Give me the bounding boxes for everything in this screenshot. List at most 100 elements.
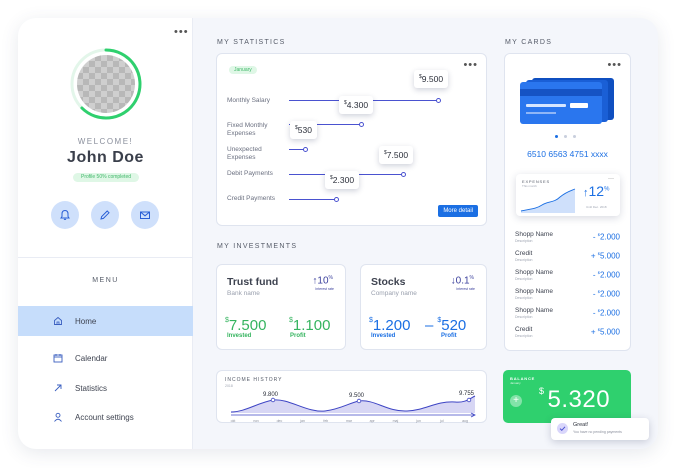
user-icon xyxy=(53,412,63,422)
transaction-desc: Description xyxy=(515,296,533,300)
transaction-row[interactable]: Shopp Name Description - $2.000 xyxy=(515,268,620,286)
notifications-button[interactable] xyxy=(51,201,79,229)
nav-item-calendar[interactable]: Calendar xyxy=(18,343,193,373)
stat-value-credit-payments: $2.300 xyxy=(325,171,360,189)
nav-item-account-settings[interactable]: Account settings xyxy=(18,402,193,432)
nav-item-statistics[interactable]: Statistics xyxy=(18,373,193,403)
transaction-row[interactable]: Credit Description + $5.000 xyxy=(515,325,620,343)
transaction-amount: - $2.000 xyxy=(592,232,620,242)
balance-sub: January xyxy=(510,381,521,385)
transaction-value: 5.000 xyxy=(599,251,620,261)
income-month-label: aug xyxy=(462,419,468,423)
stat-label-unexpected-expenses: Unexpected Expenses xyxy=(227,146,262,161)
arrow-up-right-icon xyxy=(53,383,63,393)
income-point[interactable] xyxy=(270,397,276,403)
profile-status-badge: Profile 50% completed xyxy=(73,173,139,182)
messages-button[interactable] xyxy=(131,201,159,229)
stat-value-unexpected-expenses: $530 xyxy=(290,121,317,139)
investment-profit-label: Profit xyxy=(441,333,457,339)
stat-dot-fixed-expenses[interactable] xyxy=(359,122,364,127)
statistics-more-icon[interactable]: ••• xyxy=(463,60,478,71)
transaction-name: Shopp Name xyxy=(515,288,553,295)
income-history-card: INCOME HISTORY 2018 9.800 9.500 9.755 ok… xyxy=(216,370,487,423)
transaction-amount: - $2.000 xyxy=(592,308,620,318)
balance-value: $5.320 xyxy=(539,386,611,413)
stat-bar-unexpected-expenses xyxy=(289,149,304,150)
investment-invested-value: $7.500 xyxy=(225,317,267,334)
user-name: John Doe xyxy=(67,149,144,166)
expenses-more-icon[interactable]: ··· xyxy=(608,176,614,182)
income-month-label: maj xyxy=(393,419,399,423)
investment-name: Trust fund xyxy=(227,276,279,288)
sidebar-more-icon[interactable]: ••• xyxy=(174,27,189,38)
statistics-card: ••• January Monthly Salary Fixed Monthly… xyxy=(216,53,487,226)
balance-card[interactable]: BALANCE January + $5.320 xyxy=(503,370,631,423)
period-chip[interactable]: January xyxy=(229,66,257,74)
signature-strip xyxy=(526,104,566,107)
menu-title: MENU xyxy=(92,277,119,284)
app-window: ••• WELCOME! John Doe Profile 50% comple… xyxy=(18,18,658,449)
investment-rate-label: Interest rate xyxy=(456,287,475,291)
add-funds-button[interactable]: + xyxy=(510,395,522,407)
cards-more-icon[interactable]: ••• xyxy=(607,60,622,71)
transaction-name: Shopp Name xyxy=(515,269,553,276)
transaction-row[interactable]: Shopp Name Description - $2.000 xyxy=(515,287,620,305)
income-history-chart: 9.800 9.500 9.755 okt nov dec jan feb mar apr m… xyxy=(231,391,476,423)
credit-card-stack[interactable] xyxy=(520,78,615,126)
card-number: 6510 6563 4751 xxxx xyxy=(527,149,608,159)
nav-label-calendar: Calendar xyxy=(75,353,108,363)
investment-card-trust-fund[interactable]: Trust fund Bank name ↑10% Interest rate … xyxy=(216,264,346,350)
investment-card-stocks[interactable]: Stocks Company name ↓0.1% Interest rate … xyxy=(360,264,487,350)
toast-message: You have no pending payments xyxy=(573,430,622,434)
expenses-sparkline xyxy=(520,188,576,213)
transaction-desc: Description xyxy=(515,315,533,319)
investment-rate: ↓0.1% xyxy=(450,275,474,287)
cvv-box xyxy=(570,103,588,108)
transaction-value: 2.000 xyxy=(599,270,620,280)
nav-item-home[interactable]: Home xyxy=(18,306,193,336)
edit-profile-button[interactable] xyxy=(91,201,119,229)
nav-label-account-settings: Account settings xyxy=(75,412,134,422)
income-point[interactable] xyxy=(466,397,472,403)
home-icon xyxy=(53,316,63,326)
transaction-amount: + $5.000 xyxy=(590,251,620,261)
cards-panel: ••• 6510 6563 4751 xxxx EXPENSES This mo… xyxy=(504,53,631,351)
investment-profit-label: Profit xyxy=(290,333,306,339)
stat-value-monthly-salary: $9.500 xyxy=(414,70,449,88)
transaction-row[interactable]: Credit Description + $5.000 xyxy=(515,249,620,267)
expenses-widget[interactable]: EXPENSES This month ··· ↑12% Until Dec. … xyxy=(516,174,620,216)
investment-invested-label: Invested xyxy=(371,333,396,339)
pencil-icon xyxy=(100,210,110,220)
transaction-value: 5.000 xyxy=(599,327,620,337)
income-month-label: okt xyxy=(231,419,236,423)
income-month-label: dec xyxy=(277,419,283,423)
stat-label-debit-payments: Debit Payments xyxy=(227,170,273,177)
transaction-name: Shopp Name xyxy=(515,231,553,238)
transaction-row[interactable]: Shopp Name Description - $2.000 xyxy=(515,230,620,248)
stat-dot-monthly-salary[interactable] xyxy=(436,98,441,103)
transaction-name: Credit xyxy=(515,250,533,257)
expenses-caption: Until Dec. 2018 xyxy=(586,205,607,209)
investment-sub: Bank name xyxy=(227,290,260,297)
more-detail-button[interactable]: More detail xyxy=(438,205,478,217)
transaction-value: 2.000 xyxy=(599,232,620,242)
toast-notification[interactable]: Great! You have no pending payments xyxy=(551,418,649,440)
stat-dot-credit-payments[interactable] xyxy=(334,197,339,202)
income-point[interactable] xyxy=(356,398,362,404)
income-month-label: jan xyxy=(299,419,305,423)
stat-bar-credit-payments xyxy=(289,199,335,200)
transaction-amount: - $2.000 xyxy=(592,289,620,299)
card-carousel-dots[interactable] xyxy=(555,135,585,140)
mail-icon xyxy=(140,211,150,219)
investment-invested-label: Invested xyxy=(227,333,252,339)
sidebar-divider xyxy=(18,257,193,258)
income-label: 9.500 xyxy=(349,393,365,399)
nav-label-home: Home xyxy=(75,316,97,326)
calendar-icon xyxy=(53,353,63,363)
stat-dot-debit-payments[interactable] xyxy=(401,172,406,177)
sidebar: ••• WELCOME! John Doe Profile 50% comple… xyxy=(18,18,193,449)
stat-dot-unexpected-expenses[interactable] xyxy=(303,147,308,152)
stat-label-credit-payments: Credit Payments xyxy=(227,195,276,202)
avatar[interactable] xyxy=(77,55,135,113)
transaction-row[interactable]: Shopp Name Description - $2.000 xyxy=(515,306,620,324)
